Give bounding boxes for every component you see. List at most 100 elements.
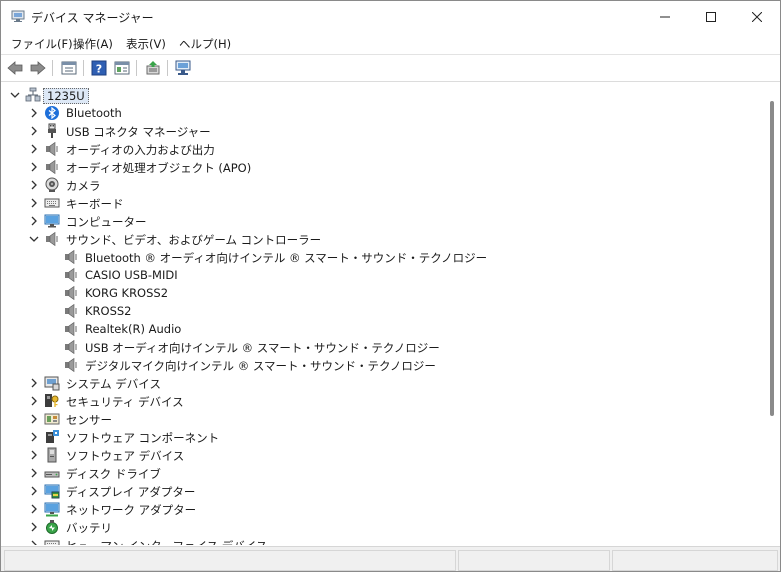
tree-device-row[interactable]: CASIO USB-MIDI <box>3 266 764 284</box>
tree-item-label: ソフトウェア デバイス <box>66 449 185 463</box>
toolbar-separator <box>83 60 84 76</box>
forward-button[interactable] <box>28 59 48 77</box>
speaker-icon <box>46 159 58 175</box>
maximize-icon <box>706 12 716 22</box>
software-device-icon <box>47 447 57 463</box>
tree-category-row[interactable]: センサー <box>3 410 764 428</box>
chevron-right-icon[interactable] <box>28 179 40 191</box>
tree-item-label: ヒューマン インターフェイス デバイス <box>66 538 267 545</box>
tree-category-row[interactable]: ソフトウェア コンポーネント <box>3 428 764 446</box>
tree-device-row[interactable]: デジタルマイク向けインテル ® スマート・サウンド・テクノロジー <box>3 356 764 374</box>
tree-category-row[interactable]: USB コネクタ マネージャー <box>3 122 764 140</box>
usb-connector-icon <box>48 123 56 138</box>
tree-category-row[interactable]: コンピューター <box>3 212 764 230</box>
toolbar: ? <box>1 54 780 82</box>
chevron-right-icon[interactable] <box>28 215 40 227</box>
tree-item-label: カメラ <box>66 179 101 193</box>
tree-device-row[interactable]: Bluetooth ® オーディオ向けインテル ® スマート・サウンド・テクノロ… <box>3 248 764 266</box>
chevron-right-icon[interactable] <box>28 413 40 425</box>
chevron-down-icon[interactable] <box>28 233 40 245</box>
chevron-right-icon[interactable] <box>28 197 40 209</box>
tree-device-row[interactable]: KROSS2 <box>3 302 764 320</box>
speaker-icon <box>65 339 77 355</box>
menu-view[interactable]: 表示(V) <box>126 36 166 52</box>
scan-hardware-icon <box>175 60 191 75</box>
scrollbar-thumb[interactable] <box>770 101 774 416</box>
tree-root-label[interactable]: 1235U <box>43 88 89 104</box>
disk-drive-icon <box>44 471 60 478</box>
tree-item-label: ソフトウェア コンポーネント <box>66 431 220 445</box>
menu-file[interactable]: ファイル(F) <box>11 36 73 52</box>
chevron-right-icon[interactable] <box>28 161 40 173</box>
tree-category-row[interactable]: Bluetooth <box>3 104 764 122</box>
chevron-right-icon[interactable] <box>28 467 40 479</box>
tree-category-row[interactable]: オーディオの入力および出力 <box>3 140 764 158</box>
chevron-right-icon[interactable] <box>28 539 40 545</box>
tree-item-label: デジタルマイク向けインテル ® スマート・サウンド・テクノロジー <box>85 359 436 373</box>
title-bar[interactable]: デバイス マネージャー <box>1 1 780 33</box>
maximize-button[interactable] <box>688 1 734 33</box>
tree-item-label: KORG KROSS2 <box>85 286 169 300</box>
tree-device-row[interactable]: USB オーディオ向けインテル ® スマート・サウンド・テクノロジー <box>3 338 764 356</box>
network-adapter-icon <box>44 502 60 517</box>
display-adapter-icon <box>44 484 60 499</box>
device-tree[interactable]: 1235U Bluetooth USB コネクタ マネージャーオーディオの入力およ… <box>3 84 764 545</box>
chevron-right-icon[interactable] <box>28 431 40 443</box>
monitor-icon <box>44 214 60 228</box>
tree-category-row[interactable]: キーボード <box>3 194 764 212</box>
update-driver-button[interactable] <box>143 59 163 77</box>
tree-item-label: Realtek(R) Audio <box>85 322 182 336</box>
software-component-icon <box>46 430 59 443</box>
back-button[interactable] <box>5 59 25 77</box>
chevron-right-icon[interactable] <box>28 125 40 137</box>
window-title: デバイス マネージャー <box>31 11 154 25</box>
menu-help[interactable]: ヘルプ(H) <box>179 36 231 52</box>
tree-device-row[interactable]: KORG KROSS2 <box>3 284 764 302</box>
minimize-icon <box>660 16 670 18</box>
show-hide-tree-button[interactable] <box>59 59 79 77</box>
menu-action[interactable]: 操作(A) <box>73 36 113 52</box>
tree-category-row[interactable]: ソフトウェア デバイス <box>3 446 764 464</box>
chevron-right-icon[interactable] <box>28 449 40 461</box>
scan-hardware-button[interactable] <box>174 59 194 77</box>
chevron-right-icon[interactable] <box>28 377 40 389</box>
tree-category-row[interactable]: ネットワーク アダプター <box>3 500 764 518</box>
chevron-right-icon[interactable] <box>28 395 40 407</box>
tree-category-row[interactable]: オーディオ処理オブジェクト (APO) <box>3 158 764 176</box>
device-manager-window: デバイス マネージャー ファイル(F) 操作(A) 表示(V) ヘルプ(H) ? <box>0 0 781 572</box>
chevron-right-icon[interactable] <box>28 485 40 497</box>
tree-device-row[interactable]: Realtek(R) Audio <box>3 320 764 338</box>
tree-item-label: システム デバイス <box>66 377 161 391</box>
speaker-icon <box>65 321 77 337</box>
help-button[interactable]: ? <box>89 59 109 77</box>
console-tree-icon <box>114 61 130 75</box>
tree-item-label: USB オーディオ向けインテル ® スマート・サウンド・テクノロジー <box>85 341 440 355</box>
speaker-icon <box>65 285 77 301</box>
tree-category-row[interactable]: バッテリ <box>3 518 764 536</box>
tree-category-row[interactable]: ディスク ドライブ <box>3 464 764 482</box>
chevron-right-icon[interactable] <box>28 503 40 515</box>
tree-category-row[interactable]: システム デバイス <box>3 374 764 392</box>
tree-category-row[interactable]: ヒューマン インターフェイス デバイス <box>3 536 764 545</box>
bluetooth-icon <box>45 106 59 120</box>
close-button[interactable] <box>734 1 780 33</box>
speaker-icon <box>65 249 77 265</box>
tree-category-row[interactable]: カメラ <box>3 176 764 194</box>
vertical-scrollbar[interactable] <box>764 84 780 545</box>
tree-item-label: Bluetooth <box>66 106 122 120</box>
tree-category-row[interactable]: セキュリティ デバイス <box>3 392 764 410</box>
chevron-right-icon[interactable] <box>28 143 40 155</box>
chevron-right-icon[interactable] <box>28 521 40 533</box>
forward-icon <box>30 61 46 75</box>
tree-category-row[interactable]: ディスプレイ アダプター <box>3 482 764 500</box>
tree-item-label: オーディオの入力および出力 <box>66 143 215 157</box>
tree-item-label: キーボード <box>66 197 124 211</box>
tree-root-row[interactable]: 1235U <box>3 86 764 104</box>
tree-item-label: コンピューター <box>66 215 147 229</box>
tree-category-row[interactable]: サウンド、ビデオ、およびゲーム コントローラー <box>3 230 764 248</box>
minimize-button[interactable] <box>642 1 688 33</box>
chevron-right-icon[interactable] <box>28 107 40 119</box>
svg-text:?: ? <box>96 63 102 76</box>
console-tree-button[interactable] <box>112 59 132 77</box>
chevron-down-icon[interactable] <box>9 89 21 101</box>
